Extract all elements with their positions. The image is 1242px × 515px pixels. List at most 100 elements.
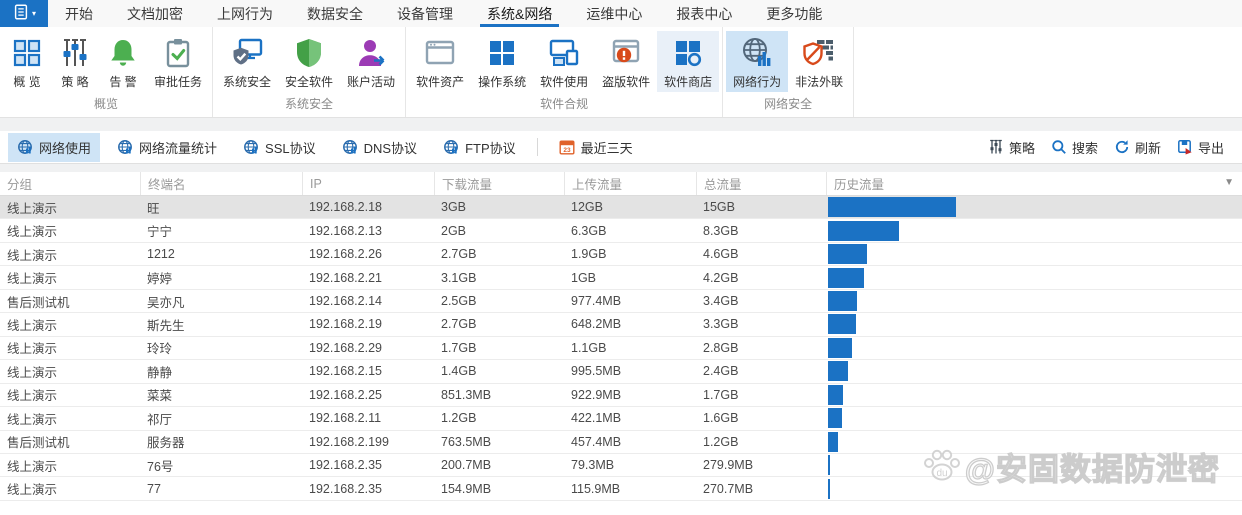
menu-tab-0[interactable]: 开始 [48, 0, 110, 27]
column-header-1[interactable]: 终端名 [140, 172, 302, 195]
shield-check-icon [292, 36, 326, 70]
ribbon-item[interactable]: 盗版软件 [595, 31, 657, 92]
cell-history [826, 360, 1242, 382]
ribbon-item[interactable]: 软件资产 [409, 31, 471, 92]
action-button-3[interactable]: 导出 [1177, 138, 1224, 157]
cell-upload: 115.9MB [571, 481, 621, 496]
menu-tab-7[interactable]: 报表中心 [659, 0, 749, 27]
cell-history [826, 290, 1242, 312]
action-button-1[interactable]: 搜索 [1051, 138, 1098, 157]
table-row[interactable]: 线上演示 婷婷 192.168.2.21 3.1GB 1GB 4.2GB [0, 266, 1242, 290]
cell-download: 851.3MB [441, 387, 492, 402]
cell-group: 售后测试机 [7, 436, 70, 451]
column-header-4[interactable]: 上传流量 [564, 172, 696, 195]
shield-block-icon [802, 36, 836, 70]
cell-group: 线上演示 [7, 342, 58, 357]
ribbon-item-label: 软件资产 [416, 75, 465, 89]
ribbon-item[interactable]: 网络行为 [726, 31, 789, 92]
view-tab-1[interactable]: 网络流量统计 [108, 133, 226, 162]
menu-tab-3[interactable]: 数据安全 [290, 0, 380, 27]
menu-tab-4[interactable]: 设备管理 [380, 0, 470, 27]
ribbon-item[interactable]: 软件使用 [533, 31, 595, 92]
cell-history [826, 337, 1242, 359]
table-row[interactable]: 线上演示 旺 192.168.2.18 3GB 12GB 15GB [0, 196, 1242, 220]
ribbon-item[interactable]: 概 览 [3, 31, 51, 92]
date-filter-label: 最近三天 [580, 140, 633, 156]
cell-download: 2.7GB [441, 247, 477, 262]
action-button-0[interactable]: 策略 [988, 138, 1035, 157]
menu-tab-1[interactable]: 文档加密 [110, 0, 200, 27]
globe-stats-icon [740, 36, 774, 70]
table-row[interactable]: 线上演示 祁厅 192.168.2.11 1.2GB 422.1MB 1.6GB [0, 407, 1242, 431]
cell-ip: 192.168.2.15 [309, 364, 382, 379]
ribbon-item[interactable]: 账户活动 [340, 31, 402, 92]
view-tab-label: 网络使用 [39, 140, 92, 156]
column-header-5[interactable]: 总流量 [696, 172, 826, 195]
menu-tab-2[interactable]: 上网行为 [200, 0, 290, 27]
table-row[interactable]: 线上演示 77 192.168.2.35 154.9MB 115.9MB 270.7MB [0, 477, 1242, 501]
cell-upload: 6.3GB [571, 223, 607, 238]
cell-terminal: 静静 [147, 365, 173, 380]
table-row[interactable]: 线上演示 宁宁 192.168.2.13 2GB 6.3GB 8.3GB [0, 219, 1242, 243]
cell-terminal: 菜菜 [147, 389, 173, 404]
column-header-3[interactable]: 下载流量 [434, 172, 564, 195]
ribbon-group-1: 系统安全 安全软件 账户活动 系统安全 [213, 27, 407, 117]
cell-download: 1.2GB [441, 411, 477, 426]
column-header-0[interactable]: 分组 [0, 172, 140, 195]
cell-terminal: 宁宁 [147, 225, 173, 240]
view-tab-4[interactable]: FTP协议 [434, 133, 525, 162]
cell-download: 763.5MB [441, 434, 492, 449]
cell-upload: 995.5MB [571, 364, 622, 379]
cell-ip: 192.168.2.13 [309, 223, 382, 238]
sliders-icon [58, 36, 92, 70]
app-menu-button[interactable]: ▾ [0, 0, 48, 27]
secondary-toolbar: 网络使用 网络流量统计 SSL协议 DNS协议 FTP协议 23 最近三天 策略 搜索 刷新… [0, 131, 1242, 164]
view-tab-label: SSL协议 [265, 140, 316, 156]
view-tab-3[interactable]: DNS协议 [333, 133, 426, 162]
column-options-arrow-icon[interactable]: ▼ [1224, 177, 1234, 188]
ribbon-item[interactable]: 告 警 [99, 31, 147, 92]
table-row[interactable]: 线上演示 76号 192.168.2.35 200.7MB 79.3MB 279.9MB [0, 453, 1242, 478]
view-tab-2[interactable]: SSL协议 [234, 133, 325, 162]
column-header-6[interactable]: 历史流量 [826, 172, 1242, 195]
ribbon-group-label: 系统安全 [285, 97, 334, 111]
view-tab-0[interactable]: 网络使用 [8, 132, 101, 162]
table-row[interactable]: 线上演示 1212 192.168.2.26 2.7GB 1.9GB 4.6GB [0, 242, 1242, 267]
menu-tab-5[interactable]: 系统&网络 [470, 0, 569, 27]
action-button-label: 导出 [1197, 140, 1224, 156]
table-row[interactable]: 售后测试机 服务器 192.168.2.199 763.5MB 457.4MB 1.2GB [0, 430, 1242, 454]
bell-icon [106, 36, 140, 70]
ribbon-item[interactable]: 审批任务 [147, 31, 209, 92]
cell-total: 4.2GB [703, 270, 739, 285]
date-filter-button[interactable]: 23 最近三天 [550, 133, 642, 162]
ribbon-item[interactable]: 系统安全 [216, 31, 278, 92]
menu-tabs: 开始 文档加密 上网行为 数据安全 设备管理 系统&网络 运维中心 报表中心 更多功能 [48, 0, 839, 27]
column-header-2[interactable]: IP [302, 172, 434, 195]
action-button-2[interactable]: 刷新 [1114, 138, 1161, 157]
globe-icon [243, 139, 259, 155]
cell-ip: 192.168.2.21 [309, 270, 382, 285]
globe-icon [17, 139, 33, 155]
ribbon-item[interactable]: 安全软件 [278, 31, 340, 92]
ribbon-item-label: 概 览 [13, 75, 41, 89]
menu-tab-6[interactable]: 运维中心 [569, 0, 659, 27]
table-row[interactable]: 线上演示 菜菜 192.168.2.25 851.3MB 922.9MB 1.7GB [0, 383, 1242, 408]
table-row[interactable]: 线上演示 玲玲 192.168.2.29 1.7GB 1.1GB 2.8GB [0, 336, 1242, 361]
table-row[interactable]: 线上演示 静静 192.168.2.15 1.4GB 995.5MB 2.4GB [0, 360, 1242, 384]
ribbon-item[interactable]: 策 略 [51, 31, 99, 92]
cell-ip: 192.168.2.35 [309, 458, 382, 473]
ribbon-item[interactable]: 软件商店 [657, 31, 720, 92]
cell-upload: 457.4MB [571, 434, 622, 449]
menu-tab-8[interactable]: 更多功能 [749, 0, 839, 27]
ribbon-item[interactable]: 操作系统 [471, 31, 533, 92]
menubar: ▾ 开始 文档加密 上网行为 数据安全 设备管理 系统&网络 运维中心 报表中心 更多功能 [0, 0, 1242, 27]
cell-total: 270.7MB [703, 481, 754, 496]
history-traffic-bar [828, 244, 867, 265]
cell-terminal: 玲玲 [147, 342, 173, 357]
ribbon-group-3: 网络行为 非法外联 网络安全 [723, 27, 855, 117]
table-body: 线上演示旺 192.168.2.18 3GB 12GB 15GB 线上演示 宁宁 192.16… [0, 196, 1242, 501]
app-list-icon [12, 3, 30, 24]
table-row[interactable]: 售后测试机 吴亦凡 192.168.2.14 2.5GB 977.4MB 3.4GB [0, 289, 1242, 314]
table-row[interactable]: 线上演示 斯先生 192.168.2.19 2.7GB 648.2MB 3.3GB [0, 313, 1242, 337]
ribbon-item[interactable]: 非法外联 [788, 31, 850, 92]
